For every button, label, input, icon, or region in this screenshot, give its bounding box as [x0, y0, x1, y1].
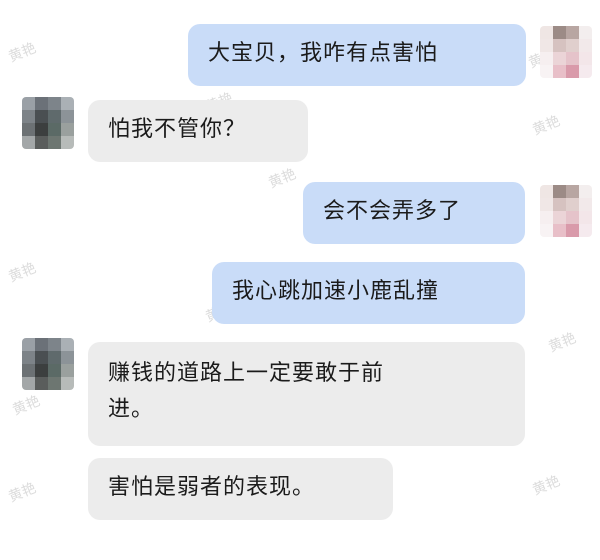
watermark: 黄艳: [6, 480, 39, 506]
watermark: 黄艳: [546, 330, 579, 356]
chat-view: 黄艳 黄艳 黄艳 黄艳 黄艳 黄艳 黄艳 黄艳 黄艳 黄艳 黄艳 黄艳 黄艳 大…: [0, 0, 600, 560]
message-bubble-outgoing[interactable]: 会不会弄多了: [303, 182, 525, 244]
message-bubble-incoming[interactable]: 赚钱的道路上一定要敢于前 进。: [88, 342, 525, 446]
watermark: 黄艳: [266, 166, 299, 192]
contact-avatar[interactable]: [22, 97, 74, 149]
watermark: 黄艳: [530, 113, 563, 139]
message-bubble-incoming[interactable]: 怕我不管你？: [88, 100, 308, 162]
message-bubble-outgoing[interactable]: 大宝贝，我咋有点害怕: [188, 24, 526, 86]
my-avatar[interactable]: [540, 26, 592, 78]
message-bubble-incoming[interactable]: 害怕是弱者的表现。: [88, 458, 393, 520]
watermark: 黄艳: [6, 260, 39, 286]
watermark: 黄艳: [530, 473, 563, 499]
contact-avatar[interactable]: [22, 338, 74, 390]
my-avatar[interactable]: [540, 185, 592, 237]
watermark: 黄艳: [10, 393, 43, 419]
message-bubble-outgoing[interactable]: 我心跳加速小鹿乱撞: [212, 262, 525, 324]
watermark: 黄艳: [6, 40, 39, 66]
